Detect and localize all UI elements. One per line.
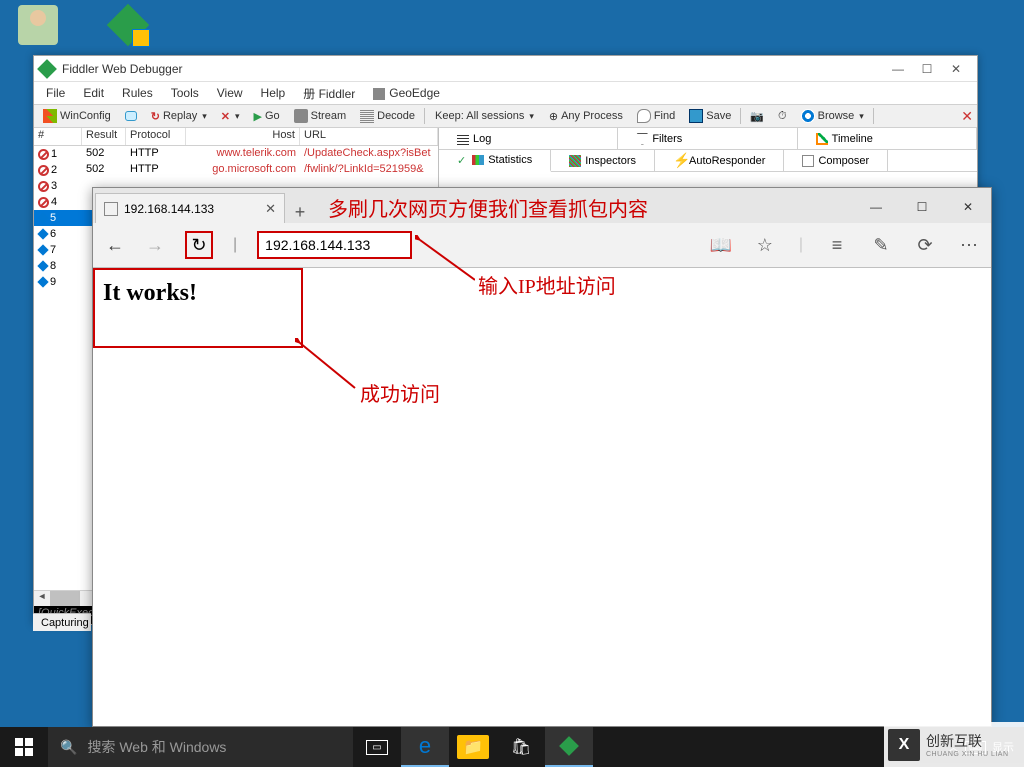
share-icon[interactable]: ⟳ — [915, 235, 935, 255]
watermark-subtext: CHUANG XIN HU LIAN — [926, 751, 1009, 758]
tool-remove[interactable]: ✕ — [216, 109, 245, 124]
tabs-row-2: ✓Statistics Inspectors ⚡AutoResponder Co… — [439, 150, 977, 172]
edge-close-button[interactable]: ✕ — [945, 191, 991, 223]
tool-comment[interactable] — [120, 110, 142, 122]
tool-find[interactable]: Find — [632, 108, 680, 124]
search-icon: 🔍 — [60, 739, 77, 756]
tabs-row-1: Log Filters Timeline — [439, 128, 977, 150]
more-icon[interactable]: ⋯ — [959, 235, 979, 255]
tab-filters[interactable]: Filters — [618, 128, 797, 149]
fiddler-toolbar: WinConfig ↻Replay ✕ ▶Go Stream Decode Ke… — [34, 104, 977, 128]
start-button[interactable] — [0, 727, 48, 767]
close-button[interactable]: ✕ — [949, 62, 963, 76]
taskbar-store[interactable]: 🛍 — [497, 727, 545, 767]
minimize-button[interactable]: — — [891, 62, 905, 76]
reading-icon[interactable]: 📖 — [711, 235, 731, 255]
menu-file[interactable]: File — [38, 84, 73, 102]
stats-icon — [472, 155, 484, 165]
taskbar-edge[interactable]: e — [401, 727, 449, 767]
tool-any-process[interactable]: ⊕Any Process — [544, 109, 628, 124]
taskbar-search[interactable]: 🔍 搜索 Web 和 Windows — [48, 727, 353, 767]
menu-rules[interactable]: Rules — [114, 84, 161, 102]
watermark-logo: X — [888, 729, 920, 761]
tool-keep-sessions[interactable]: Keep: All sessions — [429, 108, 540, 124]
tab-log[interactable]: Log — [439, 128, 618, 149]
tool-winconfig[interactable]: WinConfig — [38, 108, 116, 124]
back-button[interactable]: ← — [105, 235, 125, 255]
desktop-user-icon[interactable] — [18, 5, 58, 45]
maximize-button[interactable]: ☐ — [920, 62, 934, 76]
hub-icon[interactable]: ≡ — [827, 235, 847, 255]
fiddler-title-bar: Fiddler Web Debugger — ☐ ✕ — [34, 56, 977, 82]
fiddler-app-icon — [37, 59, 57, 79]
edge-window: 192.168.144.133 ✕ + — ☐ ✕ ← → ↻ | 192.16… — [92, 187, 992, 727]
watermark-text: 创新互联 — [926, 731, 1009, 751]
edge-tab[interactable]: 192.168.144.133 ✕ — [95, 193, 285, 223]
tool-replay[interactable]: ↻Replay — [146, 109, 212, 124]
edge-toolbar: ← → ↻ | 192.168.144.133 📖 ☆ | ≡ ✎ ⟳ ⋯ — [93, 223, 991, 268]
taskbar-fiddler[interactable] — [545, 727, 593, 767]
fiddler-status-bar: Capturing — [33, 613, 91, 631]
tab-autoresponder[interactable]: ⚡AutoResponder — [655, 150, 784, 171]
col-result[interactable]: Result — [82, 128, 126, 145]
capturing-label: Capturing — [41, 617, 89, 629]
task-view-button[interactable]: ▭ — [353, 727, 401, 767]
edge-maximize-button[interactable]: ☐ — [899, 191, 945, 223]
inspect-icon — [569, 155, 581, 167]
taskbar: 🔍 搜索 Web 和 Windows ▭ e 📁 🛍 ︿ ⌨ 显示 — [0, 727, 1024, 767]
tool-browse[interactable]: Browse — [796, 108, 869, 124]
address-bar[interactable]: 192.168.144.133 — [257, 231, 412, 259]
notes-icon[interactable]: ✎ — [871, 235, 891, 255]
taskbar-explorer[interactable]: 📁 — [449, 727, 497, 767]
forward-button[interactable]: → — [145, 235, 165, 255]
menu-help[interactable]: Help — [253, 84, 294, 102]
edge-minimize-button[interactable]: — — [853, 191, 899, 223]
fiddler-menu-bar: File Edit Rules Tools View Help 册 Fiddle… — [34, 82, 977, 104]
menu-geoedge[interactable]: GeoEdge — [365, 84, 448, 102]
tab-composer[interactable]: Composer — [784, 150, 888, 171]
tool-close-toolbar[interactable]: ✕ — [961, 108, 973, 125]
fiddler-title: Fiddler Web Debugger — [62, 62, 891, 76]
tool-decode[interactable]: Decode — [355, 108, 420, 124]
menu-view[interactable]: View — [209, 84, 251, 102]
col-url[interactable]: URL — [300, 128, 438, 145]
log-icon — [457, 133, 469, 145]
composer-icon — [802, 155, 814, 167]
tool-save[interactable]: Save — [684, 108, 736, 124]
desktop-fiddler-icon[interactable] — [108, 5, 148, 45]
tool-stream[interactable]: Stream — [289, 108, 351, 124]
tab-inspectors[interactable]: Inspectors — [551, 150, 655, 171]
edge-content: It works! — [93, 268, 991, 726]
tool-screenshot[interactable]: 📷 — [745, 109, 769, 124]
page-icon — [104, 202, 118, 216]
menu-edit[interactable]: Edit — [75, 84, 112, 102]
edge-tab-title: 192.168.144.133 — [124, 202, 214, 216]
sessions-header: # Result Protocol Host URL — [34, 128, 438, 146]
session-row[interactable]: 1502HTTPwww.telerik.com/UpdateCheck.aspx… — [34, 146, 438, 162]
col-num[interactable]: # — [34, 128, 82, 145]
tab-timeline[interactable]: Timeline — [798, 128, 977, 149]
session-row[interactable]: 2502HTTPgo.microsoft.com/fwlink/?LinkId=… — [34, 162, 438, 178]
tab-statistics[interactable]: ✓Statistics — [439, 150, 551, 172]
tool-timer[interactable]: ⏱ — [773, 109, 792, 124]
new-tab-button[interactable]: + — [285, 202, 315, 223]
autoresponder-icon: ⚡ — [673, 155, 685, 167]
refresh-button[interactable]: ↻ — [185, 231, 213, 259]
timeline-icon — [816, 133, 828, 145]
menu-register-fiddler[interactable]: 册 Fiddler — [295, 83, 363, 104]
watermark: X 创新互联 CHUANG XIN HU LIAN — [884, 722, 1024, 767]
edge-tabs-bar: 192.168.144.133 ✕ + — ☐ ✕ — [93, 188, 991, 223]
menu-tools[interactable]: Tools — [163, 84, 207, 102]
page-content-highlight: It works! — [93, 268, 303, 348]
col-protocol[interactable]: Protocol — [126, 128, 186, 145]
favorite-icon[interactable]: ☆ — [755, 235, 775, 255]
tool-go[interactable]: ▶Go — [249, 109, 285, 124]
filter-icon — [636, 133, 648, 145]
it-works-text: It works! — [103, 280, 293, 307]
tab-close-icon[interactable]: ✕ — [265, 201, 276, 217]
col-host[interactable]: Host — [186, 128, 300, 145]
